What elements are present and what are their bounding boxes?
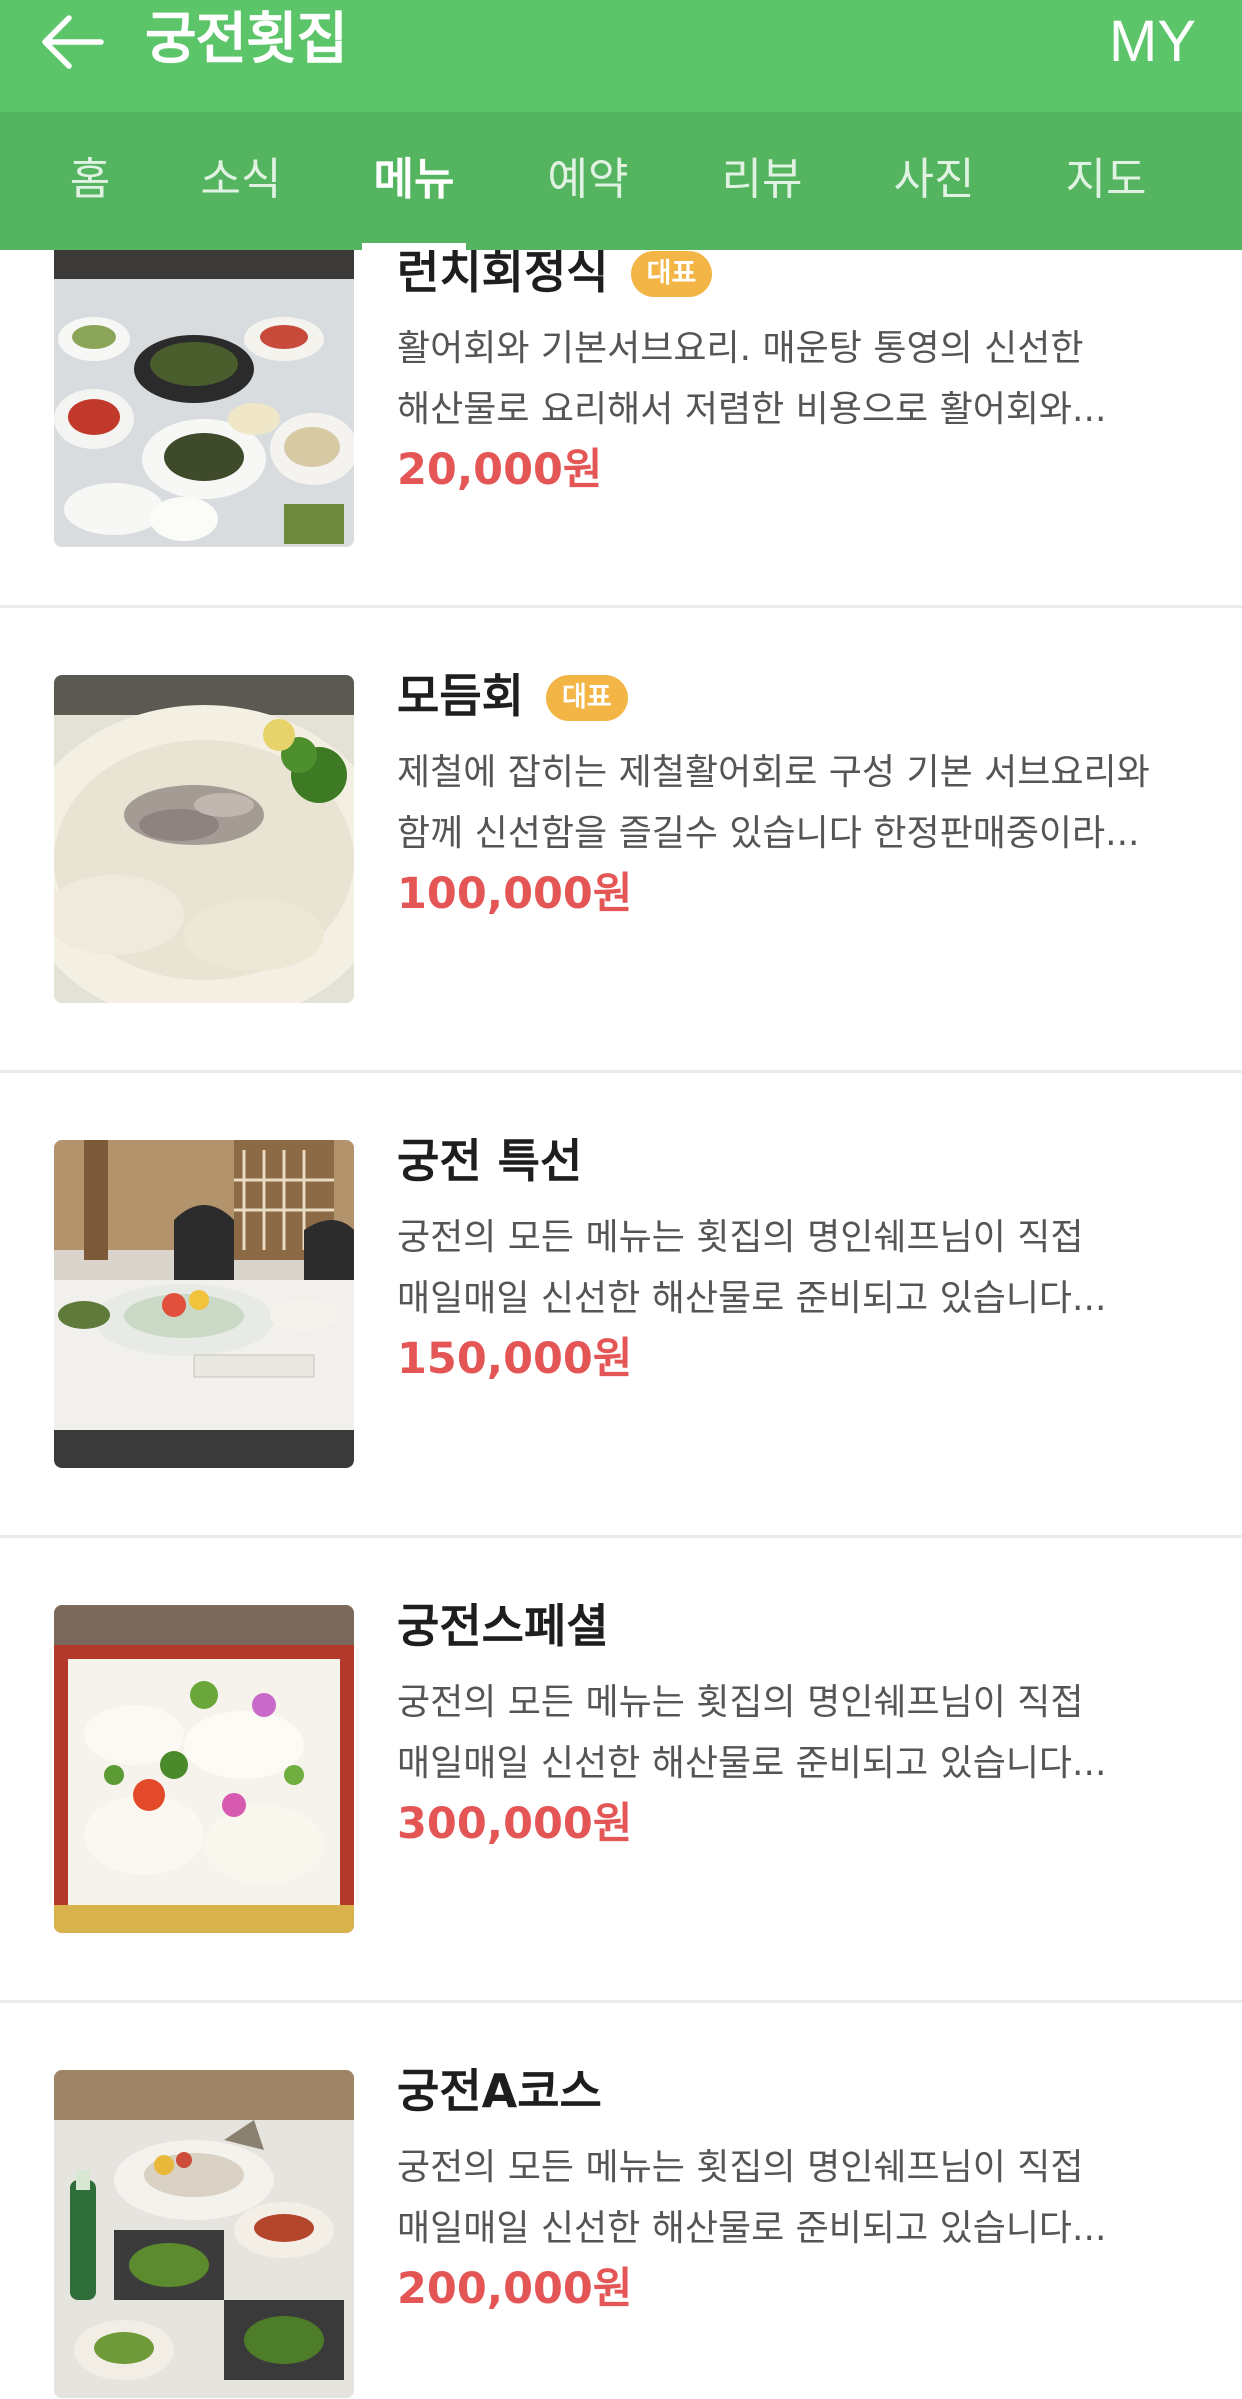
- menu-item-description: 활어회와 기본서브요리. 매운탕 통영의 신선한: [397, 328, 1084, 369]
- tab-reviews[interactable]: 리뷰: [710, 112, 814, 250]
- app-header: 궁전횟집 MY: [0, 0, 1242, 112]
- menu-item-name: 궁전스페셜: [397, 1599, 609, 1653]
- menu-item-name: 모듬회 대표: [397, 666, 628, 726]
- menu-item-description: 제철에 잡히는 제철활어회로 구성 기본 서브요리와: [397, 752, 1150, 793]
- menu-item-description: 매일매일 신선한 해산물로 준비되고 있습니다...: [397, 1278, 1107, 1319]
- banquet-table-photo: [54, 250, 354, 547]
- tab-map[interactable]: 지도: [1054, 112, 1158, 250]
- menu-item-description: 매일매일 신선한 해산물로 준비되고 있습니다...: [397, 1743, 1107, 1784]
- menu-item-price: 100,000원: [397, 869, 633, 919]
- menu-item-description: 함께 신선함을 즐길수 있습니다 한정판매중이라...: [397, 813, 1140, 854]
- menu-item-description: 궁전의 모든 메뉴는 횟집의 명인쉐프님이 직접: [397, 2147, 1084, 2188]
- menu-item[interactable]: 궁전 특선 궁전의 모든 메뉴는 횟집의 명인쉐프님이 직접 매일매일 신선한 …: [0, 1073, 1242, 1538]
- menu-item-photo: [54, 2070, 354, 2398]
- featured-badge: 대표: [545, 675, 628, 721]
- menu-item-photo: [54, 675, 354, 1003]
- back-button[interactable]: [36, 6, 108, 78]
- menu-list: 런치회정식 대표 활어회와 기본서브요리. 매운탕 통영의 신선한 해산물로 요리…: [0, 250, 1242, 2399]
- menu-item[interactable]: 궁전A코스 궁전의 모든 메뉴는 횟집의 명인쉐프님이 직접 매일매일 신선한 …: [0, 2003, 1242, 2399]
- menu-item-price: 200,000원: [397, 2264, 633, 2314]
- featured-badge: 대표: [630, 251, 713, 297]
- arrow-left-icon: [42, 15, 104, 69]
- menu-item-price: 300,000원: [397, 1799, 633, 1849]
- tab-bar: 홈 소식 메뉴 예약 리뷰 사진 지도: [0, 112, 1242, 250]
- tab-news[interactable]: 소식: [190, 112, 292, 250]
- tab-reservation[interactable]: 예약: [536, 112, 640, 250]
- dining-room-photo: [54, 1140, 354, 1468]
- menu-item-name: 궁전 특선: [397, 1134, 583, 1188]
- menu-item-description: 궁전의 모든 메뉴는 횟집의 명인쉐프님이 직접: [397, 1682, 1084, 1723]
- course-table-photo: [54, 2070, 354, 2398]
- menu-item-photo: [54, 1140, 354, 1468]
- menu-item-name: 런치회정식 대표: [397, 250, 713, 302]
- menu-item[interactable]: 궁전스페셜 궁전의 모든 메뉴는 횟집의 명인쉐프님이 직접 매일매일 신선한 …: [0, 1538, 1242, 2003]
- tab-home[interactable]: 홈: [48, 112, 132, 250]
- menu-item-description: 궁전의 모든 메뉴는 횟집의 명인쉐프님이 직접: [397, 1217, 1084, 1258]
- menu-item-description: 매일매일 신선한 해산물로 준비되고 있습니다...: [397, 2208, 1107, 2249]
- menu-item-photo: [54, 250, 354, 547]
- tab-menu-label: 메뉴: [373, 154, 455, 205]
- restaurant-title: 궁전횟집: [145, 7, 348, 72]
- menu-item[interactable]: 런치회정식 대표 활어회와 기본서브요리. 매운탕 통영의 신선한 해산물로 요리…: [0, 250, 1242, 608]
- tab-menu[interactable]: 메뉴: [362, 112, 466, 250]
- tab-photos[interactable]: 사진: [882, 112, 986, 250]
- active-tab-indicator: [362, 243, 466, 250]
- menu-item[interactable]: 모듬회 대표 제철에 잡히는 제철활어회로 구성 기본 서브요리와 함께 신선함을…: [0, 608, 1242, 1073]
- menu-item-price: 150,000원: [397, 1334, 633, 1384]
- menu-item-description: 해산물로 요리해서 저렴한 비용으로 활어회와...: [397, 389, 1107, 430]
- sashimi-platter-photo: [54, 675, 354, 1003]
- menu-item-photo: [54, 1605, 354, 1933]
- special-platter-photo: [54, 1605, 354, 1933]
- menu-item-name: 궁전A코스: [397, 2064, 602, 2118]
- menu-item-price: 20,000원: [397, 445, 603, 495]
- my-button[interactable]: MY: [1109, 4, 1196, 80]
